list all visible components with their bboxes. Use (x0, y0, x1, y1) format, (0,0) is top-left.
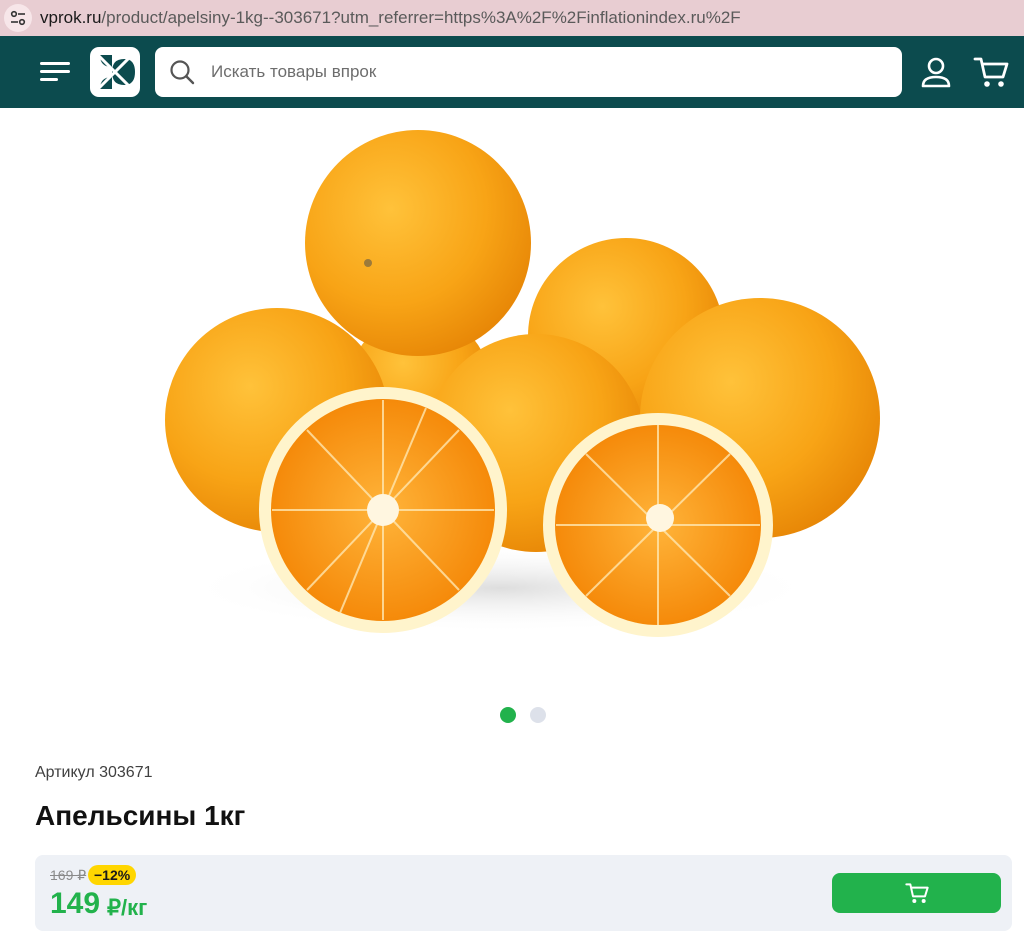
oranges-photo (165, 130, 880, 637)
url-domain: vprok.ru (40, 8, 102, 27)
old-price: 169 ₽ (50, 867, 87, 883)
add-to-cart-button[interactable] (832, 873, 1001, 913)
product-title: Апельсины 1кг (35, 800, 246, 831)
product-sku: Артикул 303671 (35, 764, 153, 781)
user-icon[interactable] (918, 56, 954, 90)
site-header (0, 36, 1024, 108)
discount-badge: −12% (88, 865, 137, 885)
menu-icon[interactable] (40, 58, 72, 86)
search-input[interactable] (211, 62, 851, 82)
url-text[interactable]: vprok.ru/product/apelsiny-1kg--303671?ut… (40, 8, 741, 28)
logo-icon[interactable] (90, 47, 140, 97)
cart-icon (904, 883, 929, 903)
product-image[interactable] (0, 108, 1024, 688)
price-unit: ₽/кг (107, 895, 148, 920)
browser-address-bar[interactable]: vprok.ru/product/apelsiny-1kg--303671?ut… (0, 0, 1024, 36)
price-block: 169 ₽ −12% 149 ₽/кг (35, 855, 1012, 931)
slide-dot-1[interactable] (500, 707, 516, 723)
current-price: 149 (50, 887, 101, 920)
site-settings-icon[interactable] (4, 4, 32, 32)
search-icon[interactable] (169, 59, 195, 85)
cart-icon[interactable] (972, 54, 1010, 90)
slide-dot-2[interactable] (530, 707, 546, 723)
search-bar[interactable] (155, 47, 902, 97)
gallery-pagination (500, 707, 546, 723)
url-path: /product/apelsiny-1kg--303671?utm_referr… (101, 8, 741, 27)
